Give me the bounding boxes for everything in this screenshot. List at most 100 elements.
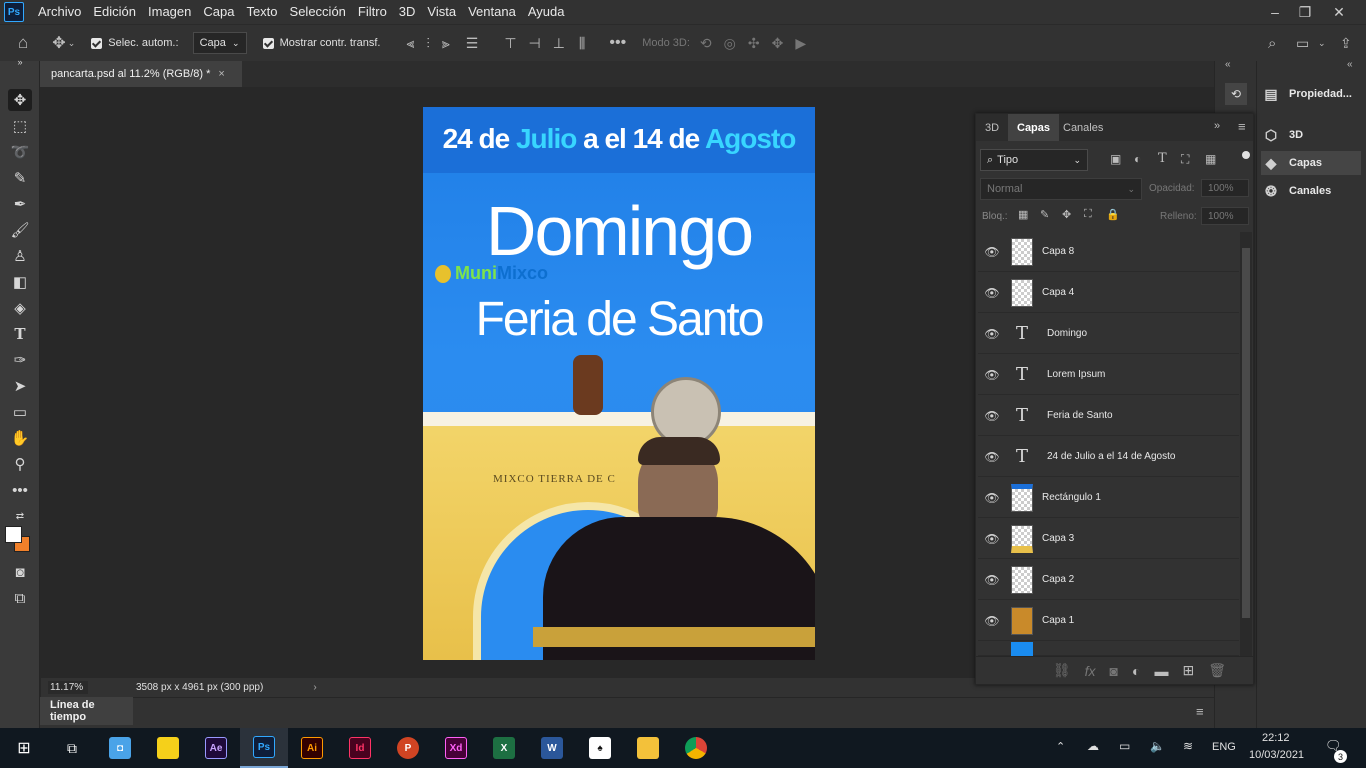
opacity-input[interactable]: 100% bbox=[1201, 179, 1249, 197]
menu-imagen[interactable]: Imagen bbox=[142, 0, 197, 24]
zoom-level[interactable]: 11.17% bbox=[48, 681, 88, 694]
layer-row[interactable]: 👁 Capa 3 bbox=[978, 519, 1239, 559]
move-tool[interactable]: ✥ bbox=[8, 89, 32, 111]
visibility-eye-icon[interactable]: 👁 bbox=[978, 532, 1006, 546]
align-left-icon[interactable]: ⫷ bbox=[406, 35, 414, 52]
distribute-icon[interactable]: ☰ bbox=[466, 35, 479, 52]
layer-row[interactable]: 👁 Capa 1 bbox=[978, 601, 1239, 641]
taskbar-app-excel[interactable]: X bbox=[480, 728, 528, 768]
channels-panel-button[interactable]: ❂ Canales bbox=[1261, 179, 1361, 203]
collapse-icon[interactable]: » bbox=[1214, 120, 1220, 132]
document-canvas[interactable]: 24 de Julio a el 14 de Agosto Domingo Mu… bbox=[423, 107, 815, 660]
language-indicator[interactable]: ENG bbox=[1212, 741, 1236, 753]
visibility-eye-icon[interactable]: 👁 bbox=[978, 614, 1006, 628]
new-group-icon[interactable]: ▬ bbox=[1154, 663, 1168, 679]
chevron-right-icon[interactable]: › bbox=[313, 682, 316, 693]
taskbar-app-explorer[interactable] bbox=[624, 728, 672, 768]
visibility-eye-icon[interactable]: 👁 bbox=[978, 450, 1006, 464]
volume-icon[interactable]: 🔈 bbox=[1150, 739, 1165, 753]
taskbar-app-chrome[interactable] bbox=[672, 728, 720, 768]
scrollbar-thumb[interactable] bbox=[1242, 248, 1250, 618]
layer-list-scrollbar[interactable] bbox=[1240, 232, 1252, 656]
search-icon[interactable]: ⌕ bbox=[1268, 35, 1276, 52]
menu-ayuda[interactable]: Ayuda bbox=[522, 0, 571, 24]
tab-3d[interactable]: 3D bbox=[976, 114, 1008, 141]
lock-artboard-icon[interactable]: ⛶ bbox=[1084, 208, 1092, 221]
filter-adjustment-icon[interactable]: ◐ bbox=[1134, 152, 1141, 166]
distribute-vertical-icon[interactable]: ⫼ bbox=[579, 35, 585, 52]
visibility-eye-icon[interactable]: 👁 bbox=[978, 245, 1006, 259]
taskbar-app-word[interactable]: W bbox=[528, 728, 576, 768]
menu-edicion[interactable]: Edición bbox=[87, 0, 142, 24]
clock-date[interactable]: 10/03/2021 bbox=[1249, 749, 1304, 761]
layer-row[interactable]: 👁 Capa 4 bbox=[978, 273, 1239, 313]
3d-panel-button[interactable]: ⬡ 3D bbox=[1261, 123, 1361, 147]
stamp-tool[interactable]: ♙ bbox=[8, 245, 32, 267]
menu-texto[interactable]: Texto bbox=[240, 0, 283, 24]
taskbar-app-xd[interactable]: Xd bbox=[432, 728, 480, 768]
align-top-icon[interactable]: ⊤ bbox=[504, 35, 516, 52]
layer-row[interactable]: 👁 Capa 8 bbox=[978, 232, 1239, 272]
cloud-icon[interactable]: ☁ bbox=[1087, 739, 1099, 753]
panel-menu-icon[interactable]: ≡ bbox=[1238, 119, 1246, 134]
close-icon[interactable]: ✕ bbox=[1322, 0, 1356, 24]
taskbar-app-sticky[interactable] bbox=[144, 728, 192, 768]
quick-select-tool[interactable]: ✎ bbox=[8, 167, 32, 189]
taskbar-app-ps[interactable]: Ps bbox=[240, 728, 288, 768]
collapse-icon[interactable]: » bbox=[8, 57, 32, 67]
workspace-icon[interactable]: ▭ bbox=[1296, 35, 1309, 52]
roll-3d-icon[interactable]: ◎ bbox=[724, 35, 736, 52]
slide-3d-icon[interactable]: ✥ bbox=[772, 35, 784, 52]
visibility-eye-icon[interactable]: 👁 bbox=[978, 368, 1006, 382]
camera-3d-icon[interactable]: ▶ bbox=[795, 35, 806, 52]
timeline-tab[interactable]: Línea de tiempo bbox=[40, 697, 133, 725]
pen-tool[interactable]: ✑ bbox=[8, 349, 32, 371]
orbit-3d-icon[interactable]: ⟲ bbox=[700, 35, 712, 52]
checkbox-icon[interactable] bbox=[91, 37, 103, 49]
menu-filtro[interactable]: Filtro bbox=[352, 0, 393, 24]
paint-bucket-tool[interactable]: ◈ bbox=[8, 297, 32, 319]
align-bottom-icon[interactable]: ⊥ bbox=[553, 35, 565, 52]
more-options-icon[interactable]: ••• bbox=[609, 34, 626, 52]
path-select-tool[interactable]: ➤ bbox=[8, 375, 32, 397]
eyedropper-tool[interactable]: ✒ bbox=[8, 193, 32, 215]
visibility-eye-icon[interactable]: 👁 bbox=[978, 409, 1006, 423]
close-tab-icon[interactable]: × bbox=[218, 68, 224, 80]
visibility-eye-icon[interactable]: 👁 bbox=[978, 573, 1006, 587]
brush-tool[interactable]: 🖌 bbox=[8, 219, 32, 241]
tray-chevron-up-icon[interactable]: ⌃ bbox=[1056, 740, 1065, 753]
adjustment-layer-icon[interactable]: ◐ bbox=[1132, 663, 1140, 679]
hand-tool[interactable]: ✋ bbox=[8, 427, 32, 449]
align-right-icon[interactable]: ⫸ bbox=[442, 35, 450, 52]
more-tools-icon[interactable]: ••• bbox=[8, 479, 32, 501]
blend-mode-dropdown[interactable]: Normal ⌄ bbox=[980, 178, 1142, 200]
lasso-tool[interactable]: ➰ bbox=[8, 141, 32, 163]
taskbar-app-ppt[interactable]: P bbox=[384, 728, 432, 768]
chevron-down-icon[interactable]: ⌄ bbox=[1318, 38, 1326, 49]
fill-input[interactable]: 100% bbox=[1201, 207, 1249, 225]
panel-menu-icon[interactable]: ≡ bbox=[1196, 704, 1204, 719]
layer-row[interactable]: 👁 T Feria de Santo bbox=[978, 396, 1239, 436]
layer-row[interactable]: 👁 T Domingo bbox=[978, 314, 1239, 354]
layer-row[interactable]: 👁 Rectángulo 1 bbox=[978, 478, 1239, 518]
eraser-tool[interactable]: ◧ bbox=[8, 271, 32, 293]
taskbar-app-solitaire[interactable]: ♠ bbox=[576, 728, 624, 768]
tab-channels[interactable]: Canales bbox=[1054, 114, 1112, 141]
marquee-tool[interactable]: ⬚ bbox=[8, 115, 32, 137]
minimize-icon[interactable]: – bbox=[1258, 0, 1292, 24]
layer-row[interactable]: 👁 Capa 2 bbox=[978, 560, 1239, 600]
taskbar-app-remote[interactable]: ◘ bbox=[96, 728, 144, 768]
show-transform-checkbox[interactable]: Mostrar contr. transf. bbox=[262, 37, 380, 49]
checkbox-icon[interactable] bbox=[262, 37, 274, 49]
quick-mask-icon[interactable]: ◙ bbox=[8, 561, 32, 583]
rectangle-tool[interactable]: ▭ bbox=[8, 401, 32, 423]
foreground-color-swatch[interactable] bbox=[5, 526, 22, 543]
filter-type-icon[interactable]: T bbox=[1158, 151, 1167, 166]
lock-image-icon[interactable]: ✎ bbox=[1040, 208, 1049, 221]
share-icon[interactable]: ⇪ bbox=[1340, 35, 1352, 52]
menu-vista[interactable]: Vista bbox=[421, 0, 462, 24]
menu-3d[interactable]: 3D bbox=[393, 0, 422, 24]
align-middle-icon[interactable]: ⊣ bbox=[529, 35, 541, 52]
expand-icon[interactable]: « bbox=[1225, 59, 1231, 70]
type-tool[interactable]: T bbox=[8, 323, 32, 345]
